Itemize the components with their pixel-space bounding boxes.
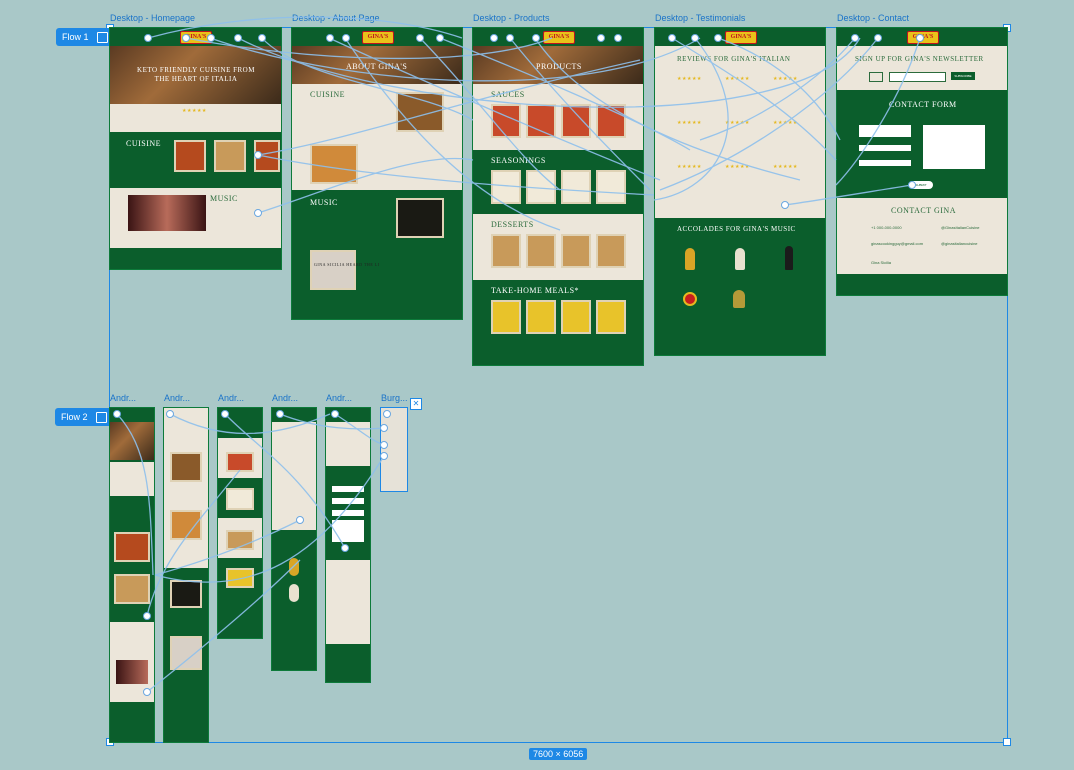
prototype-connections	[116, 16, 921, 693]
hotspot-dot[interactable]	[207, 34, 215, 42]
hotspot-dot[interactable]	[506, 34, 514, 42]
connection-line	[237, 37, 861, 108]
hotspot-dot[interactable]	[416, 34, 424, 42]
hotspot-dot[interactable]	[166, 410, 174, 418]
hotspot-dot[interactable]	[380, 441, 388, 449]
hotspot-dot[interactable]	[221, 410, 229, 418]
hotspot-dot[interactable]	[254, 209, 262, 217]
connection-line	[257, 157, 474, 214]
hotspot-dot[interactable]	[326, 34, 334, 42]
connection-line	[154, 519, 301, 576]
hotspot-dot[interactable]	[380, 424, 388, 432]
connection-line	[146, 469, 241, 617]
connection-line	[835, 37, 921, 186]
hotspot-dot[interactable]	[143, 612, 151, 620]
hotspot-dot[interactable]	[668, 34, 676, 42]
hotspot-dot[interactable]	[383, 410, 391, 418]
connection-line	[717, 37, 841, 141]
hotspot-dot[interactable]	[182, 34, 190, 42]
hotspot-dot[interactable]	[908, 181, 916, 189]
hotspot-dot[interactable]	[341, 544, 349, 552]
hotspot-dot[interactable]	[113, 410, 121, 418]
connection-line	[784, 184, 913, 206]
hotspot-dot[interactable]	[380, 452, 388, 460]
hotspot-dot[interactable]	[781, 201, 789, 209]
hotspot-dot[interactable]	[597, 34, 605, 42]
connection-line	[257, 154, 655, 196]
hotspot-dot[interactable]	[234, 34, 242, 42]
connection-line	[146, 559, 301, 693]
hotspot-dot[interactable]	[532, 34, 540, 42]
connection-line	[328, 37, 661, 181]
hotspot-dot[interactable]	[436, 34, 444, 42]
hotspot-dot[interactable]	[916, 34, 924, 42]
connection-line	[344, 37, 561, 231]
hotspot-dot[interactable]	[331, 410, 339, 418]
connection-line	[659, 37, 879, 191]
hotspot-dot[interactable]	[614, 34, 622, 42]
hotspot-dot[interactable]	[258, 34, 266, 42]
hotspot-dot[interactable]	[490, 34, 498, 42]
hotspot-dot[interactable]	[254, 151, 262, 159]
hotspot-dot[interactable]	[276, 410, 284, 418]
hotspot-dot[interactable]	[714, 34, 722, 42]
connection-line	[116, 413, 154, 576]
hotspot-dot[interactable]	[874, 34, 882, 42]
connection-line	[534, 37, 801, 181]
hotspot-dot[interactable]	[143, 688, 151, 696]
connection-line	[147, 16, 463, 39]
connection-line	[261, 37, 474, 121]
connection-line	[169, 413, 331, 435]
hotspot-dot[interactable]	[296, 516, 304, 524]
connection-line	[419, 37, 561, 191]
hotspot-dot[interactable]	[691, 34, 699, 42]
hotspot-dot[interactable]	[342, 34, 350, 42]
hotspot-dot[interactable]	[144, 34, 152, 42]
connection-line	[653, 37, 729, 201]
hotspot-dot[interactable]	[851, 34, 859, 42]
connection-line	[154, 455, 385, 583]
